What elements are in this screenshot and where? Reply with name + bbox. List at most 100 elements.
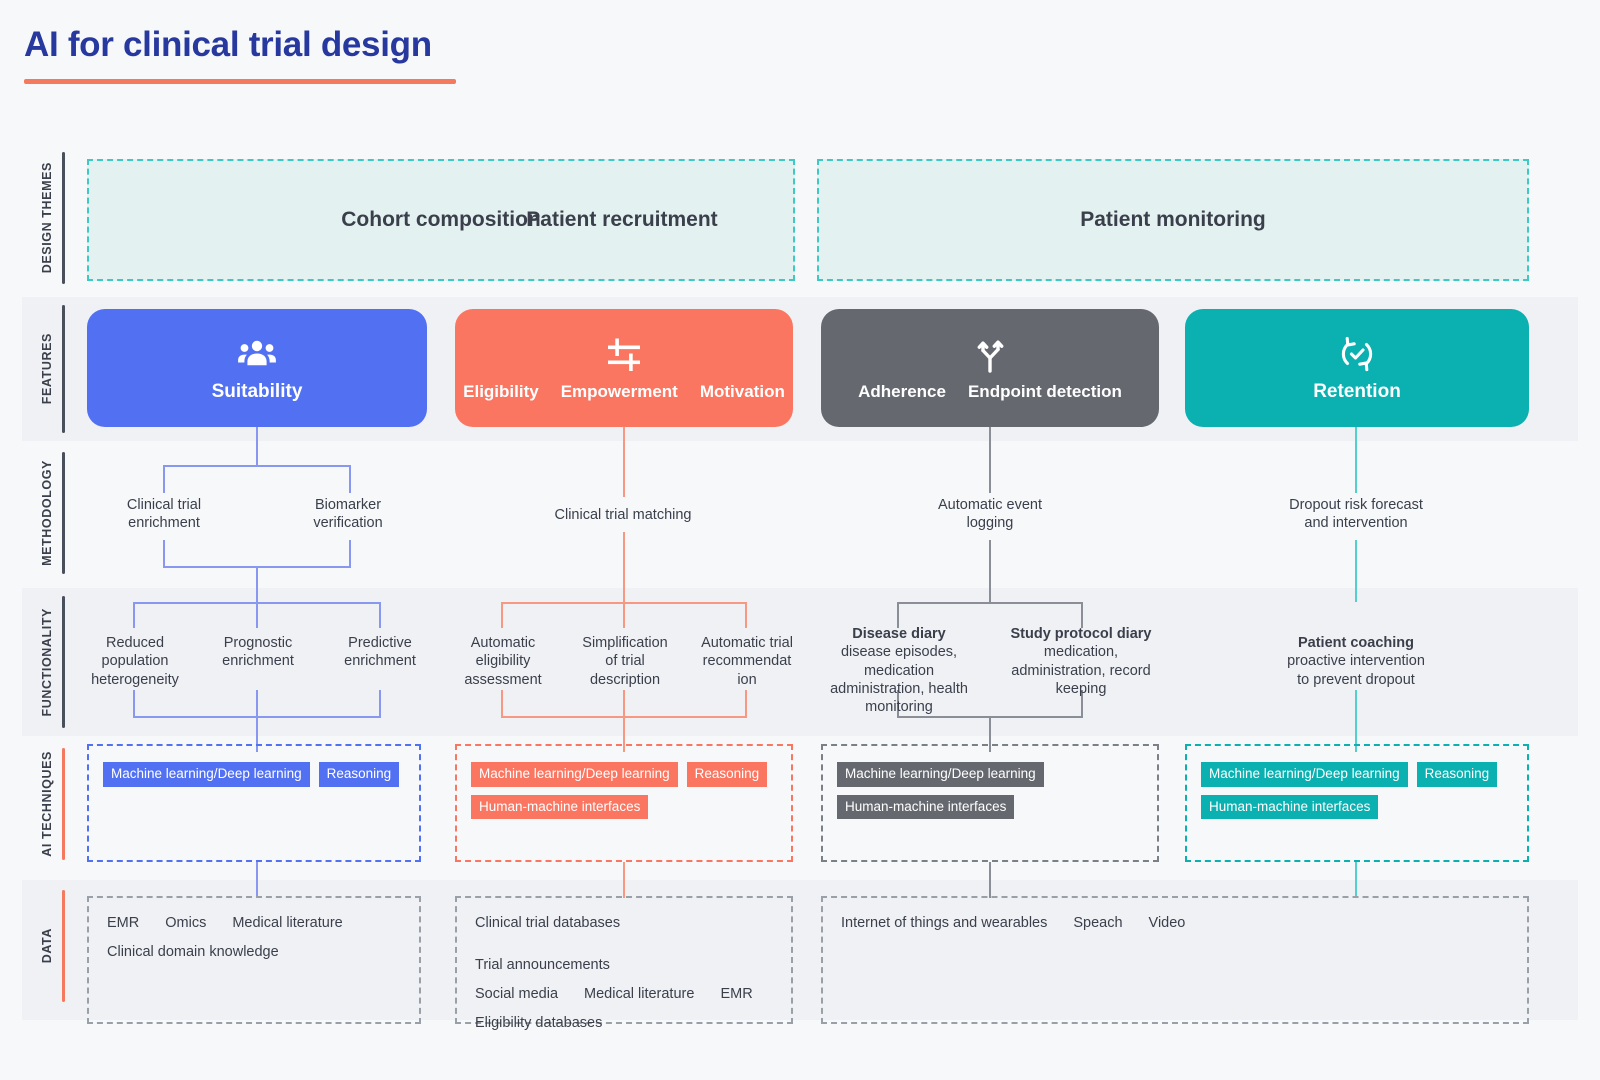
connector [1355, 862, 1357, 898]
functionality-disease-diary: Disease diary disease episodes, medicati… [821, 625, 977, 716]
node-text: medication, administration, record keepi… [1011, 644, 1151, 697]
data-line: Clinical trial databases Trial announcem… [475, 915, 773, 974]
data-line: Eligibility databases [475, 1014, 773, 1032]
connector [623, 532, 625, 602]
node-text: Clinical trial enrichment [126, 497, 202, 532]
data-box-cohort[interactable]: EMR Omics Medical literature Clinical do… [87, 896, 421, 1024]
row-label-design-themes: DESIGN THEMES [30, 152, 64, 284]
refresh-check-cycle-icon [1338, 333, 1376, 375]
connector [256, 427, 258, 467]
connector [745, 602, 747, 628]
connector [133, 602, 135, 628]
tag-reasoning[interactable]: Reasoning [1416, 762, 1498, 787]
tag-machine-learning[interactable]: Machine learning/Deep learning [471, 762, 678, 787]
functionality-study-protocol-diary: Study protocol diary medication, adminis… [1003, 625, 1159, 698]
row-label-data: DATA [30, 890, 64, 1002]
row-bar-functionality [62, 596, 65, 728]
row-label-text: DATA [40, 928, 54, 964]
connector [989, 862, 991, 898]
theme-patient-monitoring[interactable]: Patient monitoring [817, 159, 1529, 281]
row-label-text: AI TECHNIQUES [40, 751, 54, 857]
connector [623, 862, 625, 898]
methodology-automatic-event-logging: Automatic event logging [899, 496, 1081, 533]
node-text: Automatic trial recommendat ion [701, 635, 793, 688]
data-item: Speach [1073, 915, 1123, 931]
ai-techniques-box-retention[interactable]: Machine learning/Deep learning Reasoning… [1185, 744, 1529, 862]
branching-arrows-icon [971, 334, 1009, 376]
row-bar-features [62, 305, 65, 433]
node-title: Study protocol diary [1010, 626, 1152, 642]
feature-labels: Retention [1313, 381, 1401, 403]
connector [989, 427, 991, 493]
functionality-simplification-of-trial-description: Simplification of trial description [563, 634, 687, 689]
row-label-text: DESIGN THEMES [40, 162, 54, 274]
tag-reasoning[interactable]: Reasoning [318, 762, 400, 787]
row-label-features: FEATURES [30, 305, 64, 433]
title-underline [24, 78, 456, 84]
functionality-patient-coaching: Patient coaching proactive intervention … [1255, 634, 1457, 689]
connector [989, 540, 991, 602]
connector [349, 540, 351, 568]
data-line: Internet of things and wearables Speach … [841, 915, 1509, 932]
row-label-methodology: METHODOLOGY [30, 452, 64, 574]
connector [256, 862, 258, 898]
tag-human-machine-interfaces[interactable]: Human-machine interfaces [837, 794, 1015, 820]
theme-cohort-composition[interactable]: Cohort composition [87, 159, 795, 281]
node-title: Disease diary [852, 626, 946, 642]
feature-card-monitoring-adherence[interactable]: Adherence Endpoint detection [821, 309, 1159, 427]
tag-human-machine-interfaces[interactable]: Human-machine interfaces [1201, 794, 1379, 820]
data-line: Social media Medical literature EMR [475, 985, 773, 1003]
data-box-monitoring[interactable]: Internet of things and wearables Speach … [821, 896, 1529, 1024]
feature-card-suitability[interactable]: Suitability [87, 309, 427, 427]
ai-techniques-box-monitoring[interactable]: Machine learning/Deep learning Human-mac… [821, 744, 1159, 862]
tag-machine-learning[interactable]: Machine learning/Deep learning [837, 762, 1044, 787]
page-title: AI for clinical trial design [24, 25, 432, 64]
data-item: EMR [720, 985, 753, 1002]
tag-machine-learning[interactable]: Machine learning/Deep learning [1201, 762, 1408, 787]
feature-label-adherence: Adherence [858, 382, 946, 401]
connector [379, 690, 381, 718]
data-item: Clinical domain knowledge [107, 943, 279, 960]
connector [163, 465, 351, 467]
connector [163, 540, 165, 568]
ai-techniques-box-cohort[interactable]: Machine learning/Deep learning Reasoning [87, 744, 421, 862]
data-item: EMR [107, 915, 140, 931]
feature-card-recruitment[interactable]: Eligibility Empowerment Motivation [455, 309, 793, 427]
functionality-predictive-enrichment: Predictive enrichment [318, 634, 442, 671]
page-title-block: AI for clinical trial design [24, 25, 456, 84]
tag-reasoning[interactable]: Reasoning [686, 762, 768, 787]
feature-labels: Adherence Endpoint detection [858, 382, 1122, 402]
data-line: EMR Omics Medical literature [107, 915, 401, 932]
feature-label-motivation: Motivation [699, 382, 785, 401]
people-group-icon [237, 333, 277, 375]
tag-machine-learning[interactable]: Machine learning/Deep learning [103, 762, 310, 787]
connector [1355, 690, 1357, 752]
theme-label: Patient monitoring [1080, 208, 1266, 231]
connector [1355, 540, 1357, 602]
connector [745, 690, 747, 718]
node-text: proactive intervention to prevent dropou… [1287, 653, 1425, 688]
row-bar-methodology [62, 452, 65, 574]
diagram-canvas: AI for clinical trial design DESIGN THEM… [0, 0, 1600, 1080]
feature-card-retention[interactable]: Retention [1185, 309, 1529, 427]
connector [163, 465, 165, 493]
row-bar-design-themes [62, 152, 65, 284]
methodology-dropout-risk-forecast: Dropout risk forecast and intervention [1245, 496, 1467, 533]
tag-list: Machine learning/Deep learning Reasoning… [1187, 746, 1527, 835]
data-item: Eligibility databases [475, 1014, 603, 1031]
node-text: Prognostic enrichment [222, 635, 294, 670]
feature-labels: Suitability [212, 381, 303, 403]
data-box-recruitment[interactable]: Clinical trial databases Trial announcem… [455, 896, 793, 1031]
tag-list: Machine learning/Deep learning Human-mac… [823, 746, 1157, 835]
node-text: Simplification of trial description [582, 635, 668, 688]
ai-techniques-box-recruitment[interactable]: Machine learning/Deep learning Reasoning… [455, 744, 793, 862]
feature-label-empowerment: Empowerment [560, 382, 678, 401]
tag-human-machine-interfaces[interactable]: Human-machine interfaces [471, 794, 649, 820]
data-item: Trial announcements [475, 956, 610, 973]
data-item: Medical literature [584, 985, 695, 1002]
data-item: Omics [165, 915, 207, 931]
connector [623, 690, 625, 718]
functionality-automatic-trial-recommendation: Automatic trial recommendat ion [685, 634, 809, 689]
feature-label-eligibility: Eligibility [463, 382, 539, 401]
connector [256, 690, 258, 718]
